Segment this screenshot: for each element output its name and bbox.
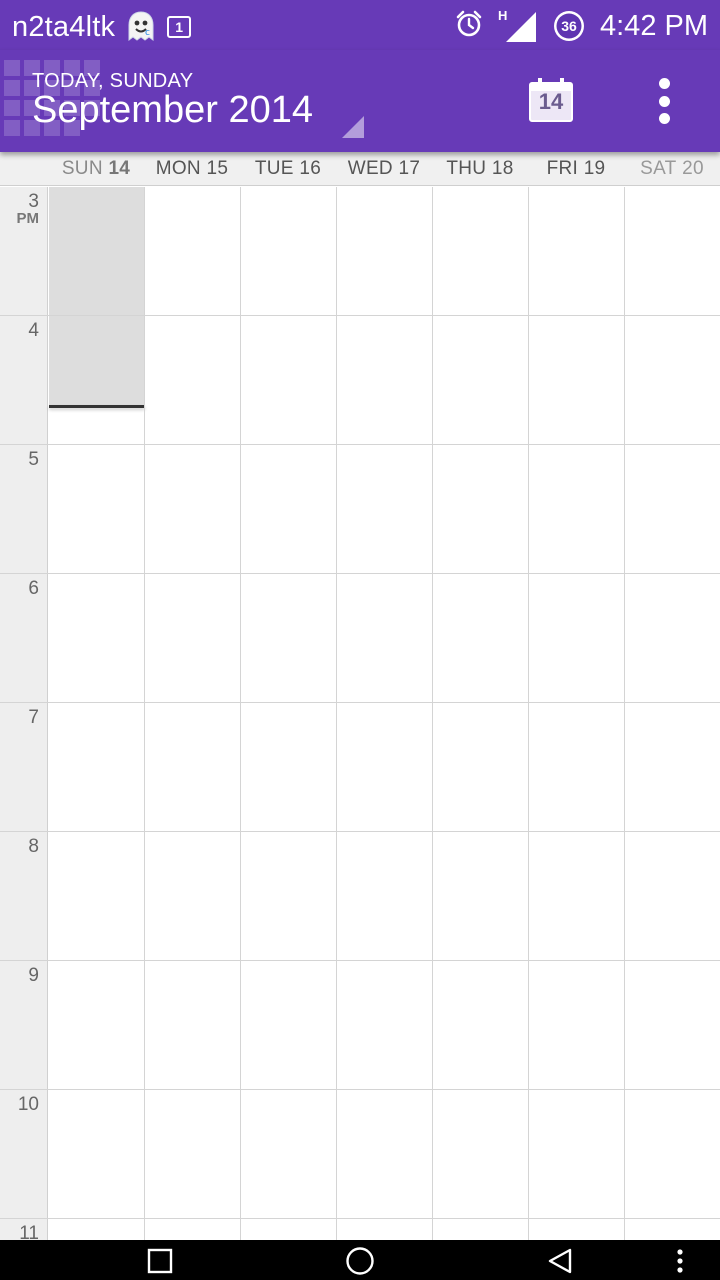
action-bar: TODAY, SUNDAY September 2014 14	[0, 50, 720, 152]
day-number: 19	[583, 158, 606, 179]
day-header-thu[interactable]: THU 18	[432, 152, 528, 186]
day-number: 20	[682, 158, 704, 179]
signal-icon	[506, 12, 536, 42]
day-header-wed[interactable]: WED 17	[336, 152, 432, 186]
signal-indicator: H	[498, 8, 538, 42]
hour-divider	[0, 1089, 720, 1090]
past-time-shade	[49, 187, 144, 407]
day-header-tue[interactable]: TUE 16	[240, 152, 336, 186]
hour-label: 7	[28, 707, 39, 728]
go-to-today-button[interactable]: 14	[528, 77, 576, 125]
more-vert-dot	[658, 113, 670, 124]
day-number: 18	[491, 158, 514, 179]
week-grid[interactable]: 3 PM 4 5 6 7 8 9 10 11	[0, 187, 720, 1240]
hour-label: 3 PM	[0, 191, 40, 227]
day-divider	[432, 187, 433, 1240]
hour-label: 4	[28, 320, 39, 341]
day-header-fri[interactable]: FRI 19	[528, 152, 624, 186]
circle-icon	[346, 1247, 374, 1275]
current-time-indicator	[49, 405, 145, 408]
alarm-icon	[454, 9, 484, 44]
hour-label: 8	[28, 836, 39, 857]
day-name: SAT	[640, 158, 677, 179]
day-divider	[528, 187, 529, 1240]
hour-ampm: PM	[16, 210, 40, 227]
ghost-icon: c	[123, 9, 159, 45]
day-header-sun[interactable]: SUN 14	[48, 152, 144, 186]
hour-label: 11	[19, 1223, 39, 1240]
day-name: MON	[155, 158, 201, 179]
svg-text:c: c	[145, 28, 150, 38]
day-divider	[144, 187, 145, 1240]
day-name: SUN	[61, 158, 103, 179]
triangle-back-icon	[548, 1248, 572, 1274]
day-number: 14	[108, 158, 131, 179]
hour-label: 10	[17, 1094, 39, 1115]
day-divider	[240, 187, 241, 1240]
dropdown-triangle-icon	[342, 116, 364, 138]
more-options-button[interactable]	[648, 78, 680, 124]
more-vert-icon	[677, 1249, 683, 1273]
hour-divider	[0, 444, 720, 445]
nav-menu-button[interactable]	[665, 1246, 695, 1276]
status-right: H 36 4:42 PM	[454, 8, 708, 44]
week-day-header: SUN 14 MON 15 TUE 16 WED 17 THU 18 FRI 1…	[0, 152, 720, 186]
month-title: September 2014	[32, 89, 313, 131]
battery-level: 36	[561, 18, 577, 34]
hour-divider	[0, 573, 720, 574]
status-left: n2ta4ltk c 1	[12, 9, 192, 45]
today-day-number: 14	[538, 89, 564, 114]
status-clock: 4:42 PM	[600, 10, 708, 42]
day-header-sat[interactable]: SAT 20	[624, 152, 720, 186]
hour-label: 5	[28, 449, 39, 470]
day-number: 15	[206, 158, 229, 179]
home-button[interactable]	[345, 1246, 375, 1276]
hour-divider	[0, 702, 720, 703]
time-column: 3 PM 4 5 6 7 8 9 10 11	[0, 187, 48, 1240]
recents-button[interactable]	[145, 1246, 175, 1276]
hour-divider	[0, 831, 720, 832]
square-icon	[147, 1248, 173, 1274]
hour-divider	[0, 315, 720, 316]
hour-label: 6	[28, 578, 39, 599]
more-vert-dot	[658, 95, 670, 107]
navigation-bar	[0, 1240, 720, 1280]
day-number: 16	[299, 158, 322, 179]
hour-label: 9	[28, 965, 39, 986]
day-divider	[624, 187, 625, 1240]
day-name: FRI	[546, 158, 579, 179]
more-vert-icon	[658, 78, 670, 89]
day-header-mon[interactable]: MON 15	[144, 152, 240, 186]
hour-divider	[0, 960, 720, 961]
status-bar: n2ta4ltk c 1 H 36 4:42 PM	[0, 0, 720, 50]
hour-divider	[0, 1218, 720, 1219]
back-button[interactable]	[545, 1246, 575, 1276]
notification-count-badge: 1	[167, 16, 192, 38]
day-name: THU	[446, 158, 487, 179]
day-name: WED	[347, 158, 393, 179]
day-number: 17	[398, 158, 421, 179]
day-divider	[336, 187, 337, 1240]
carrier-name: n2ta4ltk	[12, 11, 116, 43]
hour-number: 3	[28, 191, 39, 212]
day-name: TUE	[254, 158, 294, 179]
battery-icon: 36	[552, 9, 586, 43]
